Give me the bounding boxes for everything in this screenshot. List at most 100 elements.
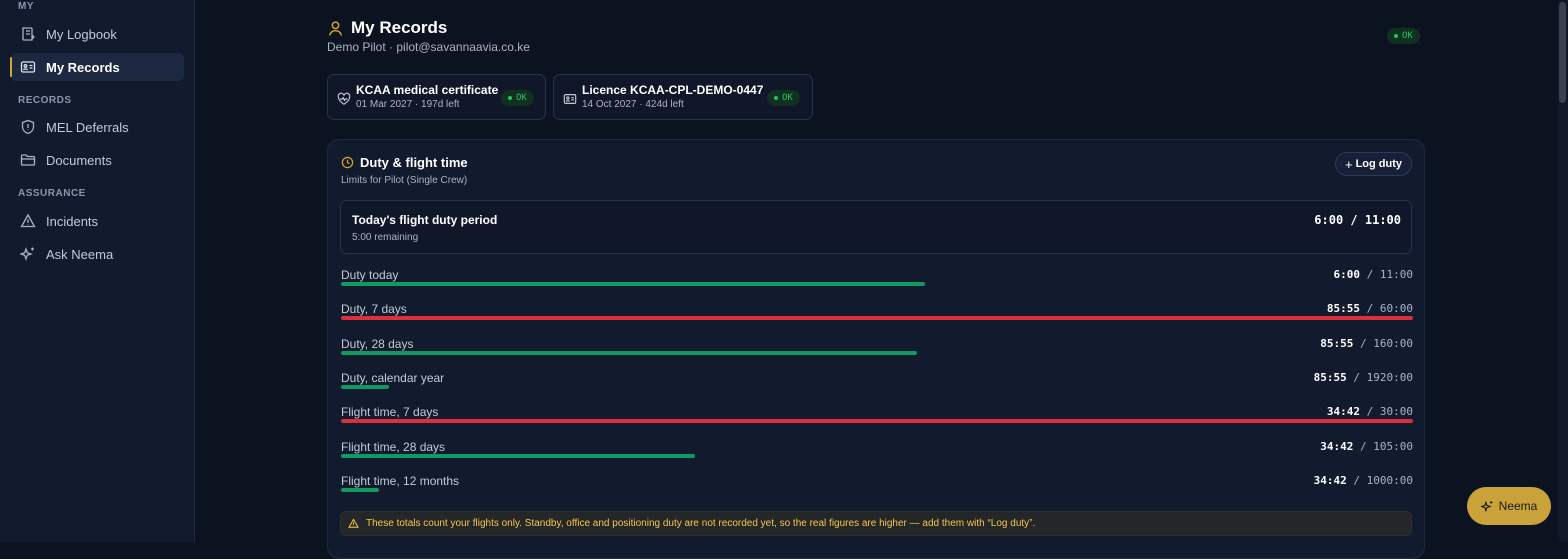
- user-icon: [328, 20, 343, 36]
- sidebar-section-assurance: ASSURANCE: [18, 188, 86, 199]
- limit-max: / 1920:00: [1353, 371, 1413, 384]
- log-duty-label: Log duty: [1355, 158, 1403, 170]
- page-title: My Records: [351, 18, 448, 37]
- sidebar-item-documents[interactable]: Documents: [10, 146, 184, 174]
- progress-bar-fill: [341, 351, 917, 355]
- limit-label: Duty today: [341, 268, 399, 282]
- certificate-expiry: 14 Oct 2027 · 424d left: [582, 99, 684, 110]
- limit-row: Flight time, 12 months 34:42 / 1000:00: [341, 474, 1413, 506]
- limit-label: Flight time, 12 months: [341, 474, 460, 488]
- sidebar: MY My Logbook My Records RECORDS MEL Def…: [0, 0, 195, 542]
- sidebar-item-label: My Logbook: [46, 26, 117, 42]
- limit-label: Duty, calendar year: [341, 371, 445, 385]
- limit-max: / 30:00: [1366, 405, 1413, 418]
- limit-max: / 160:00: [1360, 337, 1413, 350]
- sidebar-section-records: RECORDS: [18, 95, 72, 106]
- certificate-title: Licence KCAA-CPL-DEMO-0447: [582, 83, 764, 97]
- limit-value: 34:42 / 105:00: [1320, 440, 1413, 453]
- limit-used: 85:55: [1320, 337, 1354, 350]
- progress-bar-fill: [341, 488, 379, 492]
- page-subtitle: Demo Pilot · pilot@savannaavia.co.ke: [327, 40, 530, 54]
- fdp-remaining: 5:00 remaining: [352, 232, 419, 243]
- limit-max: / 11:00: [1366, 268, 1413, 281]
- limit-row: Flight time, 7 days 34:42 / 30:00: [341, 405, 1413, 437]
- plus-icon: +: [1344, 156, 1353, 172]
- limit-value: 6:00 / 11:00: [1334, 268, 1413, 281]
- medical-certificate-card[interactable]: KCAA medical certificate 01 Mar 2027 · 1…: [327, 74, 546, 120]
- licence-card[interactable]: Licence KCAA-CPL-DEMO-0447 14 Oct 2027 ·…: [553, 74, 813, 120]
- scrollbar-thumb[interactable]: [1559, 2, 1566, 103]
- limit-label: Duty, 7 days: [341, 302, 407, 316]
- sidebar-item-mel-deferrals[interactable]: MEL Deferrals: [10, 113, 184, 141]
- limit-row: Duty, calendar year 85:55 / 1920:00: [341, 371, 1413, 403]
- limit-used: 34:42: [1313, 474, 1347, 487]
- sidebar-item-my-records[interactable]: My Records: [10, 53, 184, 81]
- fdp-title: Today's flight duty period: [352, 213, 498, 227]
- progress-bar-fill: [341, 385, 390, 389]
- limit-row: Duty, 7 days 85:55 / 60:00: [341, 302, 1413, 334]
- log-duty-button[interactable]: + Log duty: [1335, 152, 1412, 176]
- limit-value: 34:42 / 1000:00: [1314, 474, 1413, 487]
- clock-icon: [341, 156, 354, 169]
- limit-used: 34:42: [1326, 405, 1361, 418]
- logbook-icon: [22, 27, 35, 41]
- folder-icon: [20, 154, 36, 166]
- sidebar-section-my: MY: [18, 1, 34, 12]
- limit-value: 85:55 / 1920:00: [1314, 371, 1413, 384]
- panel-header: Duty & flight time: [341, 155, 468, 170]
- limit-max: / 60:00: [1366, 302, 1413, 315]
- certificate-status-label: OK: [516, 93, 527, 103]
- status-dot-icon: [508, 96, 512, 100]
- certificate-status-badge: OK: [767, 90, 800, 106]
- limit-value: 85:55 / 160:00: [1320, 337, 1413, 350]
- page-header: My Records: [327, 18, 447, 38]
- limit-used: 85:55: [1326, 302, 1361, 315]
- certificate-expiry: 01 Mar 2027 · 197d left: [356, 99, 460, 110]
- id-card-icon: [20, 61, 36, 73]
- sidebar-item-my-logbook[interactable]: My Logbook: [10, 20, 184, 48]
- shield-icon: [21, 119, 35, 135]
- warning-text: These totals count your flights only. St…: [366, 518, 1036, 529]
- sidebar-item-label: My Records: [46, 59, 120, 75]
- status-dot-icon: [1394, 34, 1398, 38]
- progress-bar: [341, 351, 1413, 355]
- sparkle-icon: [1480, 500, 1493, 512]
- progress-bar: [341, 419, 1413, 423]
- progress-bar: [341, 316, 1413, 320]
- warning-banner: These totals count your flights only. St…: [340, 511, 1412, 536]
- fdp-value: 6:00 / 11:00: [1314, 213, 1401, 227]
- limit-used: 85:55: [1313, 371, 1347, 384]
- limit-label: Flight time, 7 days: [341, 405, 439, 419]
- status-badge-label: OK: [1402, 31, 1413, 41]
- progress-bar-fill: [341, 316, 1413, 320]
- panel-title: Duty & flight time: [360, 155, 468, 170]
- ask-neema-button[interactable]: Neema: [1467, 487, 1551, 525]
- progress-bar-fill: [341, 282, 926, 286]
- limit-value: 34:42 / 30:00: [1327, 405, 1413, 418]
- limit-row: Flight time, 28 days 34:42 / 105:00: [341, 440, 1413, 472]
- progress-bar: [341, 282, 1413, 286]
- sidebar-item-label: MEL Deferrals: [46, 119, 129, 135]
- sidebar-item-label: Ask Neema: [46, 246, 114, 262]
- sidebar-item-incidents[interactable]: Incidents: [10, 207, 184, 235]
- limit-label: Duty, 28 days: [341, 337, 414, 351]
- limit-label: Flight time, 28 days: [341, 440, 446, 454]
- progress-bar: [341, 454, 1413, 458]
- warning-triangle-icon: [348, 518, 359, 528]
- limit-used: 34:42: [1320, 440, 1354, 453]
- limit-used: 6:00: [1333, 268, 1361, 281]
- progress-bar: [341, 488, 1413, 492]
- limit-row: Duty, 28 days 85:55 / 160:00: [341, 337, 1413, 369]
- certificate-status-badge: OK: [501, 90, 534, 106]
- warning-triangle-icon: [20, 213, 36, 228]
- panel-subtitle: Limits for Pilot (Single Crew): [341, 175, 468, 186]
- progress-bar-fill: [341, 419, 1413, 423]
- status-dot-icon: [774, 96, 778, 100]
- status-badge: OK: [1387, 28, 1420, 44]
- sidebar-item-label: Documents: [46, 152, 112, 168]
- ask-neema-label: Neema: [1498, 499, 1538, 513]
- sidebar-item-ask-neema[interactable]: Ask Neema: [10, 240, 184, 268]
- limit-value: 85:55 / 60:00: [1327, 302, 1413, 315]
- limit-max: / 105:00: [1360, 440, 1413, 453]
- duty-flight-time-panel: Duty & flight time Limits for Pilot (Sin…: [327, 139, 1425, 559]
